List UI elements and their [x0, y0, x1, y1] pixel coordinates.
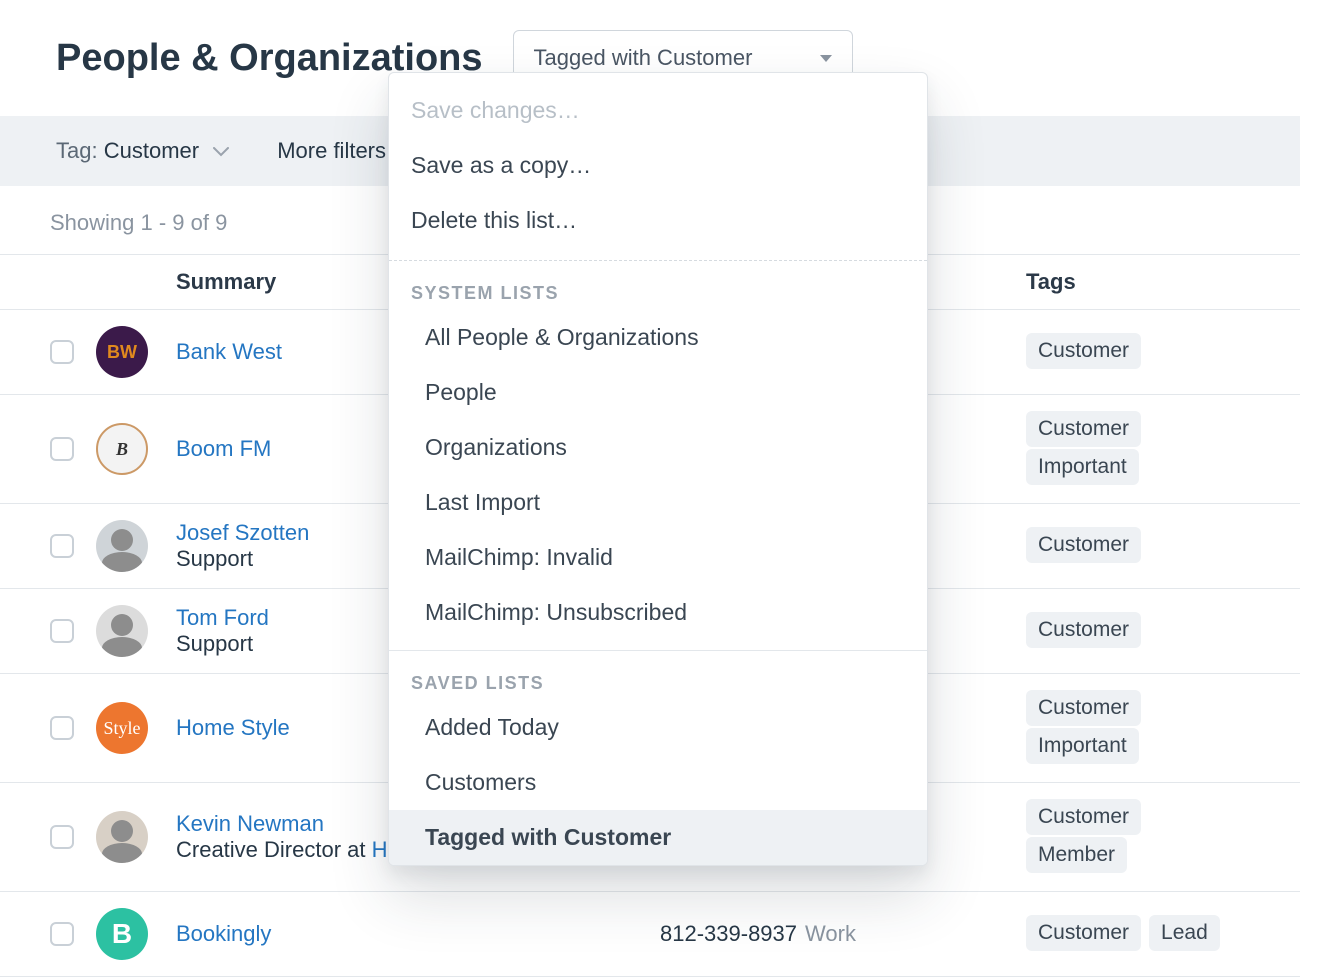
dropdown-system-item[interactable]: People	[389, 365, 927, 420]
tag-pill[interactable]: Customer	[1026, 690, 1141, 726]
caret-down-icon	[820, 55, 832, 62]
contact-name-link[interactable]: Bookingly	[176, 921, 271, 946]
contact-name-link[interactable]: Boom FM	[176, 436, 271, 461]
dropdown-saved-item[interactable]: Customers	[389, 755, 927, 810]
tag-filter[interactable]: Tag: Customer	[56, 138, 229, 164]
row-checkbox[interactable]	[50, 534, 74, 558]
tag-pill[interactable]: Important	[1026, 449, 1139, 485]
tag-pill[interactable]: Customer	[1026, 527, 1141, 563]
dropdown-system-item[interactable]: Last Import	[389, 475, 927, 530]
contact-name-link[interactable]: Kevin Newman	[176, 811, 324, 836]
avatar	[96, 520, 148, 572]
list-select-label: Tagged with Customer	[534, 45, 753, 71]
dropdown-saved-item[interactable]: Added Today	[389, 700, 927, 755]
table-row: B Bookingly 812-339-8937 Work CustomerLead	[0, 892, 1300, 977]
dropdown-save-copy[interactable]: Save as a copy…	[389, 138, 927, 193]
tag-pill[interactable]: Customer	[1026, 915, 1141, 951]
dropdown-delete-list[interactable]: Delete this list…	[389, 193, 927, 248]
row-checkbox[interactable]	[50, 922, 74, 946]
tag-pill[interactable]: Important	[1026, 728, 1139, 764]
tag-filter-value: Customer	[104, 138, 199, 163]
tag-filter-label: Tag:	[56, 138, 98, 163]
tag-pill[interactable]: Lead	[1149, 915, 1220, 951]
row-checkbox[interactable]	[50, 437, 74, 461]
dropdown-save-changes: Save changes…	[389, 83, 927, 138]
dropdown-divider	[389, 650, 927, 651]
avatar: BW	[96, 326, 148, 378]
tag-pill[interactable]: Member	[1026, 837, 1127, 873]
row-checkbox[interactable]	[50, 716, 74, 740]
row-checkbox[interactable]	[50, 340, 74, 364]
more-filters-button[interactable]: More filters	[277, 138, 386, 164]
avatar: Style	[96, 702, 148, 754]
phone-label: Work	[805, 921, 856, 946]
tag-pill[interactable]: Customer	[1026, 411, 1141, 447]
dropdown-system-item[interactable]: MailChimp: Invalid	[389, 530, 927, 585]
dropdown-system-item[interactable]: MailChimp: Unsubscribed	[389, 585, 927, 640]
dropdown-saved-item[interactable]: Tagged with Customer	[389, 810, 927, 865]
contact-name-link[interactable]: Tom Ford	[176, 605, 269, 630]
avatar: B	[96, 908, 148, 960]
row-checkbox[interactable]	[50, 619, 74, 643]
row-checkbox[interactable]	[50, 825, 74, 849]
contact-name-link[interactable]: Josef Szotten	[176, 520, 309, 545]
contact-name-link[interactable]: Bank West	[176, 339, 282, 364]
phone-number: 812-339-8937	[660, 921, 797, 946]
contact-subtitle-text: Creative Director at	[176, 837, 372, 862]
dropdown-system-item[interactable]: Organizations	[389, 420, 927, 475]
dropdown-divider	[389, 260, 927, 261]
contact-name-link[interactable]: Home Style	[176, 715, 290, 740]
tag-pill[interactable]: Customer	[1026, 333, 1141, 369]
list-dropdown-panel: Save changes… Save as a copy… Delete thi…	[388, 72, 928, 866]
dropdown-section-saved: SAVED LISTS	[389, 661, 927, 700]
avatar: B	[96, 423, 148, 475]
tag-pill[interactable]: Customer	[1026, 612, 1141, 648]
dropdown-section-system: SYSTEM LISTS	[389, 271, 927, 310]
tag-pill[interactable]: Customer	[1026, 799, 1141, 835]
chevron-down-icon	[213, 147, 229, 157]
avatar	[96, 605, 148, 657]
dropdown-system-item[interactable]: All People & Organizations	[389, 310, 927, 365]
column-header-tags[interactable]: Tags	[1020, 269, 1250, 295]
avatar	[96, 811, 148, 863]
